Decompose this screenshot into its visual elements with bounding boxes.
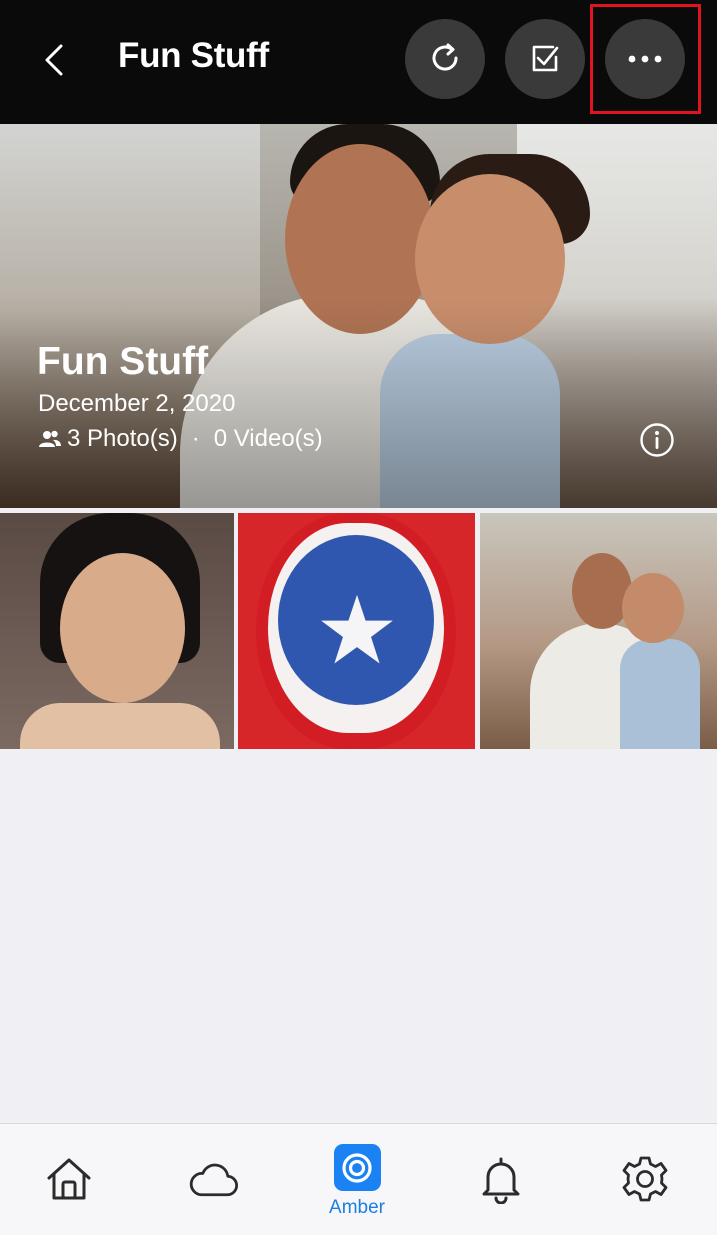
people-icon — [38, 427, 62, 451]
chevron-left-icon — [45, 44, 63, 76]
info-button[interactable] — [639, 422, 675, 458]
more-icon — [628, 55, 662, 63]
top-navigation-bar: Fun Stuff — [0, 0, 717, 124]
bottom-tab-bar: Amber — [0, 1123, 717, 1235]
thumbnail-child-face — [622, 573, 684, 643]
bell-icon — [476, 1154, 526, 1204]
count-separator: · — [191, 425, 200, 452]
photo-thumbnail[interactable] — [480, 513, 717, 749]
refresh-icon — [432, 43, 458, 71]
star-icon — [321, 594, 393, 664]
album-counts: 3 Photo(s) · 0 Video(s) — [38, 425, 323, 453]
tab-home[interactable] — [19, 1124, 119, 1235]
album-cover[interactable]: Fun Stuff December 2, 2020 3 Photo(s) · … — [0, 124, 717, 508]
more-options-button[interactable] — [605, 19, 685, 99]
refresh-button[interactable] — [405, 19, 485, 99]
thumbnail-child-body — [620, 639, 700, 749]
amber-icon — [333, 1144, 381, 1191]
photo-thumbnail[interactable] — [238, 513, 475, 749]
cloud-icon — [188, 1154, 238, 1204]
page-title: Fun Stuff — [118, 36, 269, 75]
tab-notifications[interactable] — [451, 1124, 551, 1235]
tab-settings[interactable] — [595, 1124, 695, 1235]
photo-thumbnail[interactable] — [0, 513, 234, 749]
video-count: 0 Video(s) — [213, 425, 323, 452]
thumbnail-girl-body — [20, 703, 220, 749]
home-icon — [44, 1154, 94, 1204]
tab-amber[interactable]: Amber — [307, 1124, 407, 1235]
tab-cloud[interactable] — [163, 1124, 263, 1235]
tab-amber-label: Amber — [329, 1197, 385, 1218]
thumbnail-girl-face — [60, 553, 185, 703]
gear-icon — [620, 1154, 670, 1204]
album-date: December 2, 2020 — [38, 390, 236, 417]
back-button[interactable] — [32, 38, 76, 82]
album-title: Fun Stuff — [37, 340, 209, 383]
photo-grid — [0, 513, 717, 749]
photo-count: 3 Photo(s) — [67, 425, 178, 452]
checkbox-icon — [532, 45, 559, 72]
info-icon — [640, 423, 674, 457]
select-button[interactable] — [505, 19, 585, 99]
